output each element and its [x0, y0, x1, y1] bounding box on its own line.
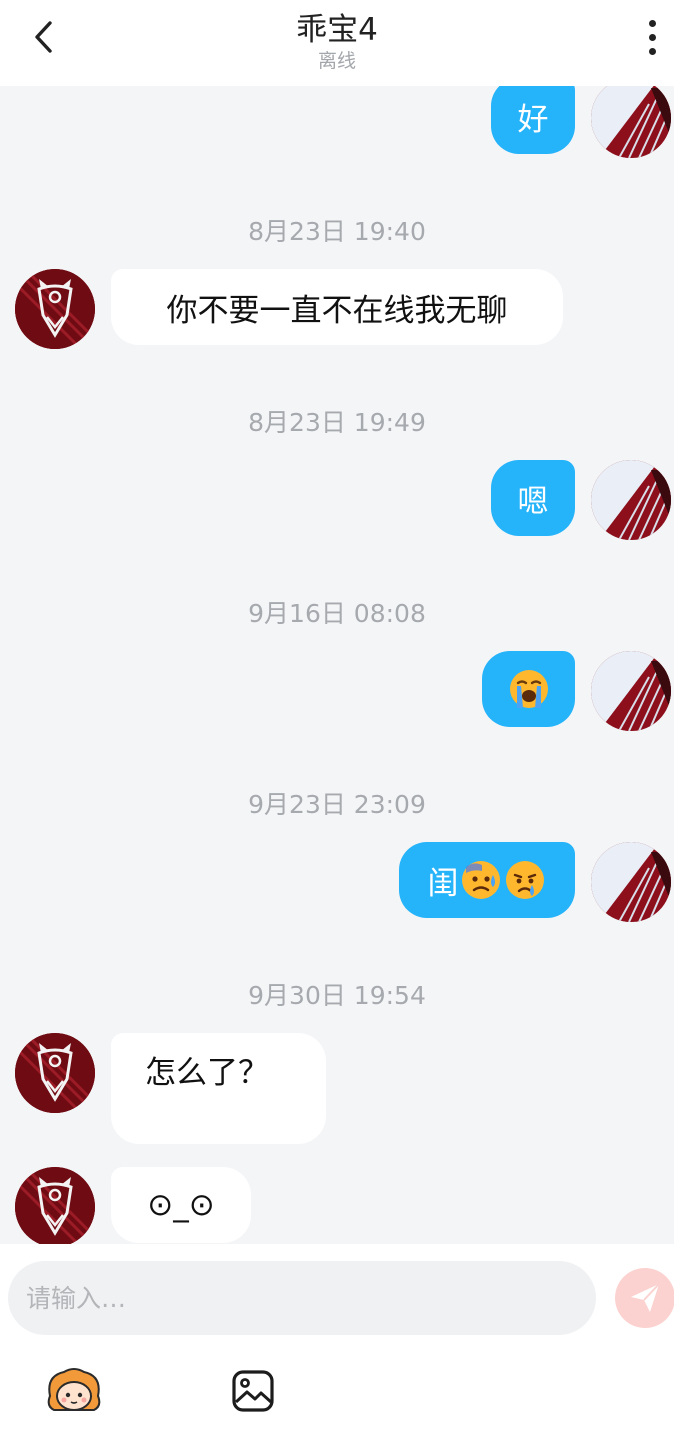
message-timestamp: 8月23日 19:49 — [248, 408, 426, 437]
message-timestamp: 9月16日 08:08 — [248, 599, 426, 628]
more-icon — [648, 19, 656, 27]
avatar[interactable] — [591, 842, 671, 922]
message-timestamp: 9月23日 23:09 — [248, 790, 426, 819]
sad-sweat-face-icon — [461, 861, 500, 899]
crying-face-icon — [505, 861, 544, 899]
message-timestamp: 9月30日 19:54 — [248, 981, 426, 1010]
mascot-sticker-icon — [47, 1368, 101, 1411]
sticker-button[interactable] — [44, 1366, 104, 1416]
chat-header: 乖宝4 离线 — [0, 0, 674, 86]
avatar[interactable] — [591, 651, 671, 731]
message-bubble-incoming[interactable]: ⊙_⊙ — [111, 1167, 251, 1243]
message-bubble-outgoing[interactable]: 闺 — [399, 842, 575, 918]
message-bubble-outgoing[interactable] — [482, 651, 575, 727]
message-text: 怎么了？ — [145, 1055, 269, 1091]
more-options-button[interactable] — [632, 12, 672, 62]
image-icon — [232, 1370, 274, 1412]
contact-name: 乖宝4 — [296, 12, 378, 48]
message-bubble-outgoing[interactable]: 嗯 — [491, 460, 575, 536]
send-button[interactable] — [615, 1268, 674, 1328]
message-text: 嗯 — [517, 483, 549, 520]
message-text: 闺 — [427, 865, 459, 902]
loudly-crying-face-icon — [509, 670, 548, 708]
avatar[interactable] — [591, 86, 671, 158]
contact-status: 离线 — [317, 50, 356, 72]
message-text: ⊙_⊙ — [147, 1187, 215, 1223]
avatar[interactable] — [591, 460, 671, 540]
message-list[interactable]: 好 8月23日 19:40 你不要一直不在线我无聊 8月23日 19:49 嗯 … — [0, 86, 674, 1244]
message-bubble-incoming[interactable]: 怎么了？ — [111, 1033, 326, 1144]
message-input-container[interactable] — [8, 1261, 596, 1335]
image-picker-button[interactable] — [230, 1368, 276, 1414]
avatar[interactable] — [15, 1033, 95, 1113]
avatar[interactable] — [15, 269, 95, 349]
message-input[interactable] — [26, 1283, 596, 1313]
paper-plane-icon — [631, 1283, 660, 1312]
message-bubble-outgoing[interactable]: 好 — [491, 86, 575, 154]
message-bubble-incoming[interactable]: 你不要一直不在线我无聊 — [111, 269, 563, 345]
message-text: 好 — [517, 101, 549, 138]
composer — [0, 1244, 674, 1432]
message-timestamp: 8月23日 19:40 — [248, 217, 426, 246]
message-text: 你不要一直不在线我无聊 — [166, 292, 508, 329]
avatar[interactable] — [15, 1167, 95, 1244]
